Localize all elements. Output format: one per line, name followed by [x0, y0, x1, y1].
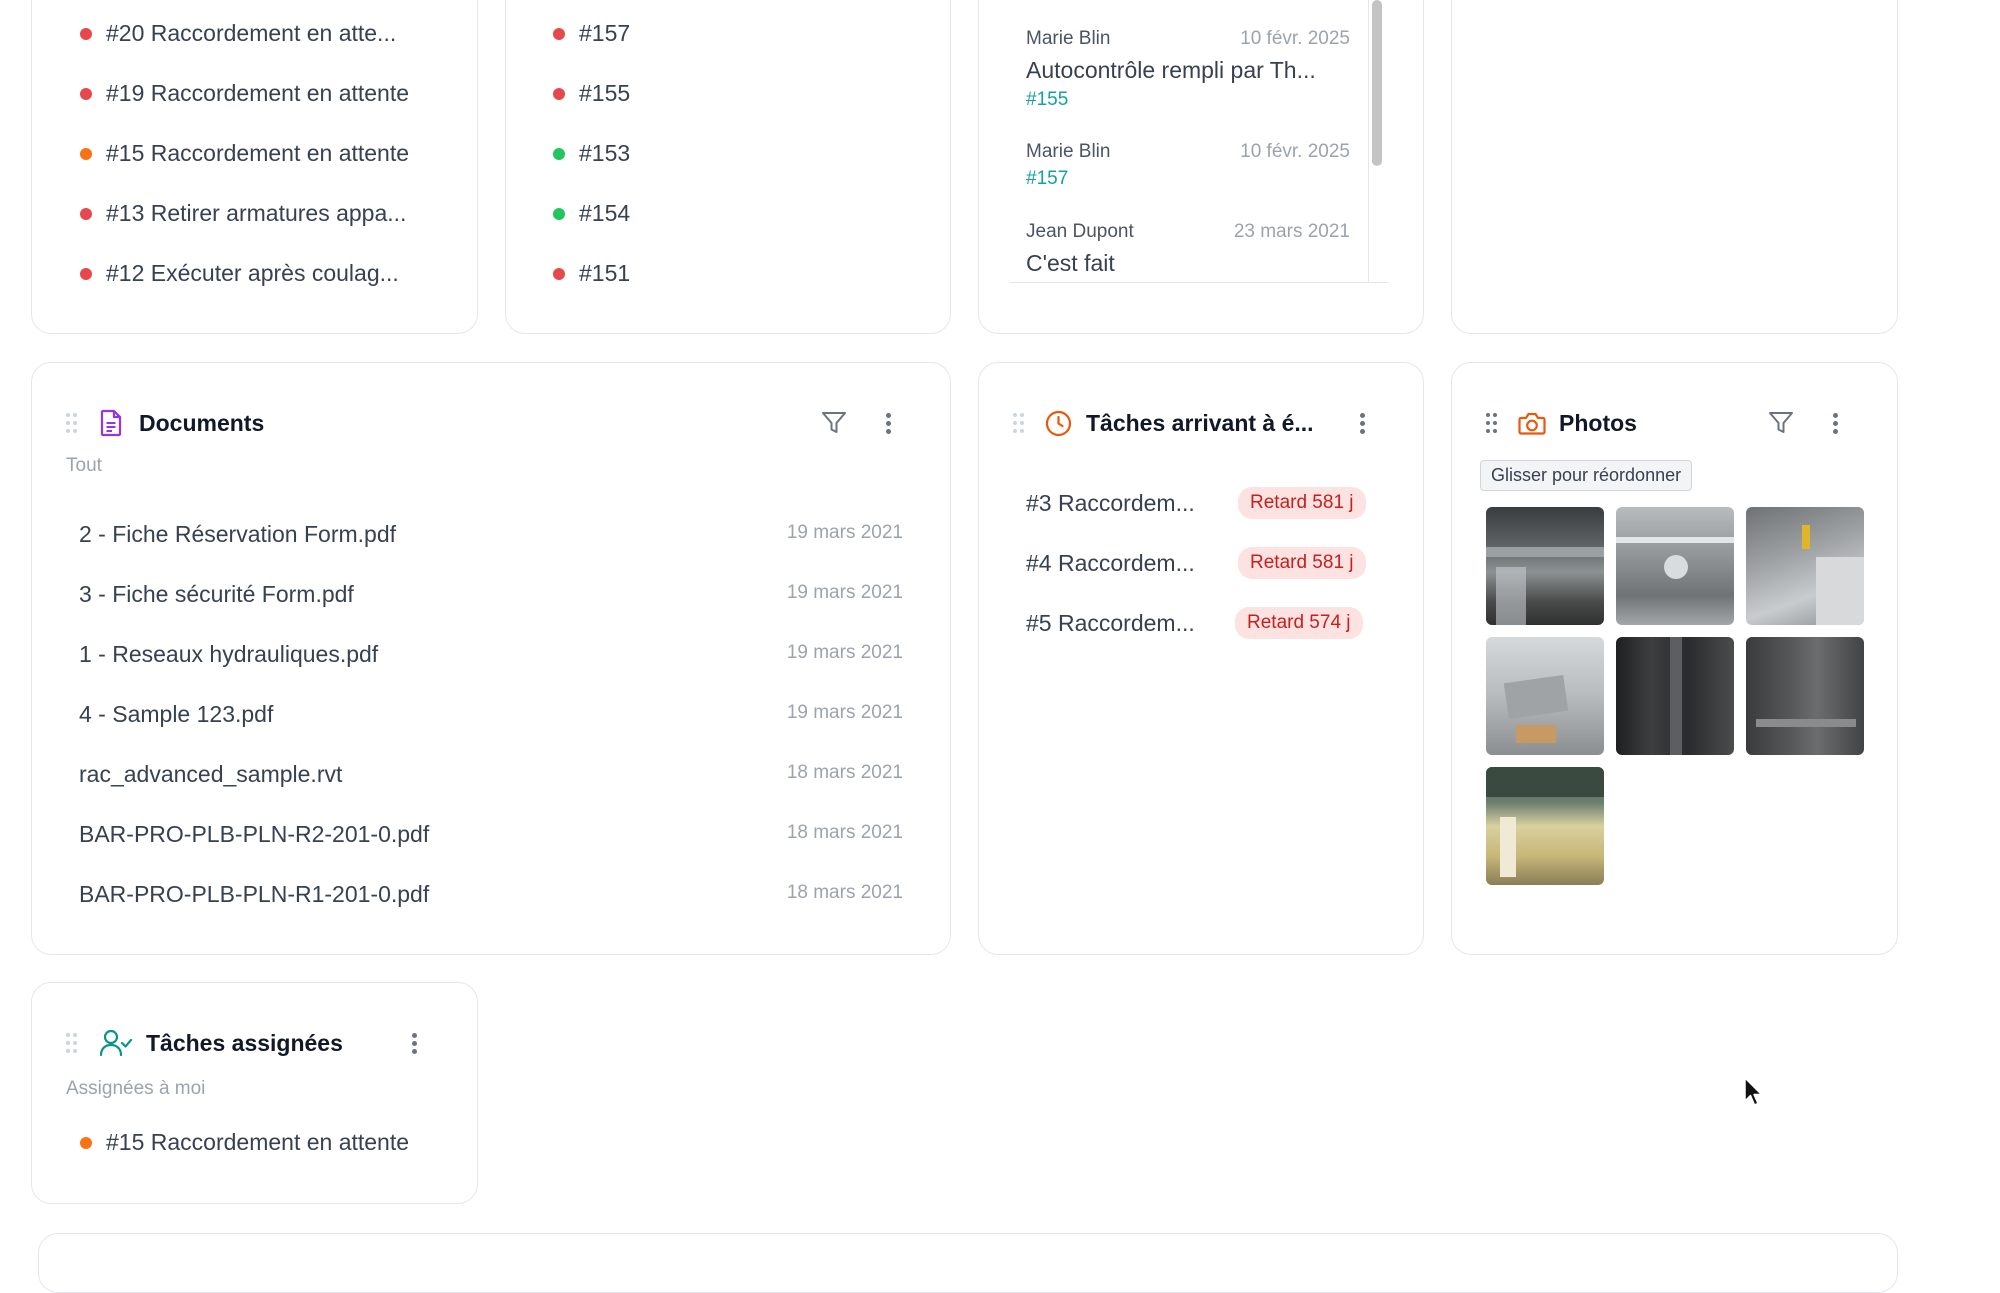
drag-handle-icon[interactable]	[66, 413, 78, 433]
partial-card	[38, 1233, 1898, 1293]
document-date: 18 mars 2021	[786, 762, 903, 783]
photo-thumbnail[interactable]	[1616, 637, 1734, 755]
list-item[interactable]: #154	[579, 200, 630, 227]
photo-thumbnail[interactable]	[1746, 507, 1864, 625]
comment-text: C'est fait	[1026, 250, 1115, 276]
status-dot	[553, 148, 565, 160]
documents-filter-label: Tout	[66, 455, 102, 476]
document-date: 19 mars 2021	[786, 522, 903, 543]
comment-author: Jean Dupont	[1026, 221, 1134, 242]
drag-tooltip: Glisser pour réordonner	[1480, 460, 1693, 491]
comments-card	[978, 0, 1424, 334]
document-date: 18 mars 2021	[786, 882, 903, 903]
list-item[interactable]: #4 Raccordem...	[1026, 550, 1195, 577]
photo-thumbnail[interactable]	[1486, 767, 1604, 885]
document-row[interactable]: 2 - Fiche Réservation Form.pdf	[79, 521, 396, 548]
comment-date: 10 févr. 2025	[1240, 28, 1350, 49]
document-row[interactable]: BAR-PRO-PLB-PLN-R1-201-0.pdf	[79, 881, 429, 908]
document-row[interactable]: 1 - Reseaux hydrauliques.pdf	[79, 641, 378, 668]
overdue-badge: Retard 581 j	[1238, 487, 1366, 519]
comment-author: Marie Blin	[1026, 28, 1111, 49]
assigned-filter-label: Assignées à moi	[66, 1078, 206, 1099]
document-row[interactable]: rac_advanced_sample.rvt	[79, 761, 342, 788]
comment-date: 10 févr. 2025	[1240, 141, 1350, 162]
status-dot	[553, 268, 565, 280]
document-date: 19 mars 2021	[786, 642, 903, 663]
document-date: 18 mars 2021	[786, 822, 903, 843]
status-dot	[80, 1137, 92, 1149]
photo-thumbnail[interactable]	[1616, 507, 1734, 625]
comment-ref-link[interactable]: #155	[1026, 89, 1068, 111]
status-dot	[80, 148, 92, 160]
more-options-icon[interactable]	[1833, 413, 1839, 435]
photo-thumbnail[interactable]	[1486, 637, 1604, 755]
drag-handle-icon[interactable]	[1486, 413, 1498, 433]
list-item[interactable]: #13 Retirer armatures appa...	[106, 200, 406, 227]
list-item[interactable]: #12 Exécuter après coulag...	[106, 260, 399, 287]
overdue-badge: Retard 581 j	[1238, 547, 1366, 579]
list-item[interactable]: #20 Raccordement en atte...	[106, 20, 396, 47]
status-dot	[553, 28, 565, 40]
status-dot	[80, 268, 92, 280]
list-item[interactable]: #19 Raccordement en attente	[106, 80, 409, 107]
status-dot	[80, 208, 92, 220]
list-item[interactable]: #15 Raccordement en attente	[106, 140, 409, 167]
assigned-tasks-title: Tâches assignées	[146, 1030, 343, 1056]
list-item[interactable]: #151	[579, 260, 630, 287]
clock-icon	[1045, 410, 1072, 437]
user-check-icon	[99, 1029, 133, 1057]
status-dot	[80, 28, 92, 40]
photos-title: Photos	[1559, 410, 1637, 436]
comment-text: Autocontrôle rempli par Th...	[1026, 57, 1316, 83]
comments-scrollbar-thumb[interactable]	[1372, 0, 1382, 166]
list-item[interactable]: #155	[579, 80, 630, 107]
document-date: 19 mars 2021	[786, 702, 903, 723]
filter-icon[interactable]	[1768, 411, 1794, 435]
photo-thumbnail[interactable]	[1746, 637, 1864, 755]
status-dot	[80, 88, 92, 100]
camera-icon	[1518, 412, 1546, 435]
more-options-icon[interactable]	[1360, 413, 1366, 435]
document-date: 19 mars 2021	[786, 582, 903, 603]
list-item[interactable]: #153	[579, 140, 630, 167]
more-options-icon[interactable]	[886, 413, 892, 435]
documents-title: Documents	[139, 410, 265, 436]
list-item[interactable]: #3 Raccordem...	[1026, 490, 1195, 517]
document-row[interactable]: BAR-PRO-PLB-PLN-R2-201-0.pdf	[79, 821, 429, 848]
more-options-icon[interactable]	[412, 1033, 418, 1055]
document-row[interactable]: 4 - Sample 123.pdf	[79, 701, 273, 728]
comment-date: 23 mars 2021	[1233, 221, 1350, 242]
divider	[1010, 282, 1388, 283]
due-tasks-title: Tâches arrivant à é...	[1086, 410, 1314, 436]
document-icon	[100, 409, 122, 437]
list-item[interactable]: #15 Raccordement en attente	[106, 1129, 409, 1156]
comment-author: Marie Blin	[1026, 141, 1111, 162]
photo-thumbnail[interactable]	[1486, 507, 1604, 625]
empty-card	[1451, 0, 1898, 334]
drag-handle-icon[interactable]	[66, 1033, 78, 1053]
forms-card	[505, 0, 951, 334]
mouse-cursor-icon	[1744, 1077, 1763, 1106]
drag-handle-icon[interactable]	[1013, 413, 1025, 433]
filter-icon[interactable]	[821, 411, 847, 435]
overdue-badge: Retard 574 j	[1235, 607, 1363, 639]
list-item[interactable]: #5 Raccordem...	[1026, 610, 1195, 637]
document-row[interactable]: 3 - Fiche sécurité Form.pdf	[79, 581, 354, 608]
status-dot	[553, 88, 565, 100]
comment-ref-link[interactable]: #157	[1026, 168, 1068, 190]
due-tasks-card	[978, 362, 1424, 955]
status-dot	[553, 208, 565, 220]
list-item[interactable]: #157	[579, 20, 630, 47]
